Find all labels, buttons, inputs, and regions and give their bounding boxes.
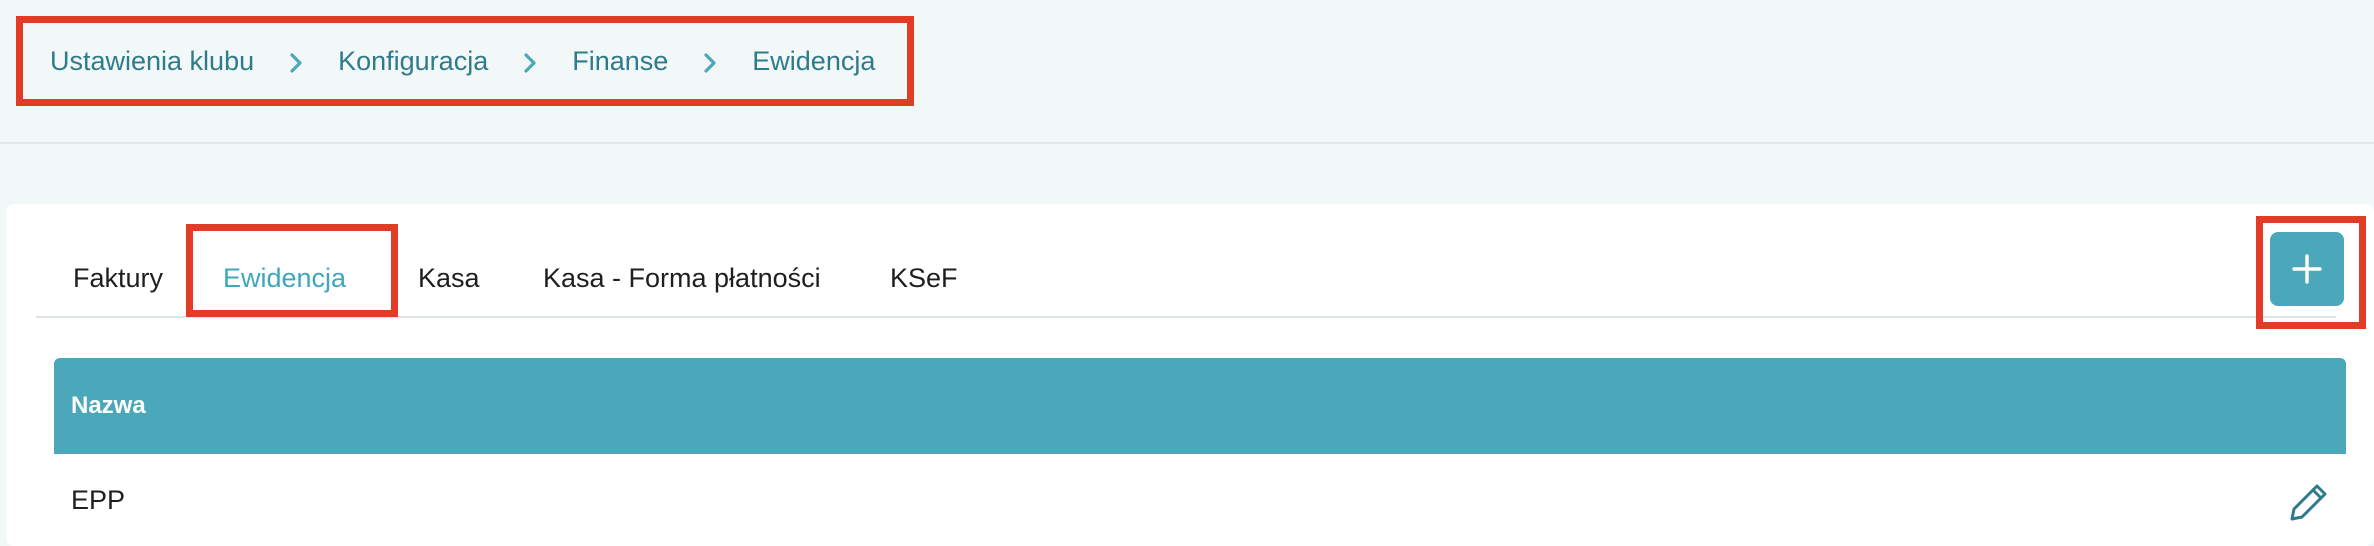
pencil-icon[interactable]	[2287, 480, 2331, 524]
chevron-right-icon	[506, 46, 554, 77]
breadcrumb-item-finanse[interactable]: Finanse	[572, 46, 668, 77]
tab-ewidencja[interactable]: Ewidencja	[223, 256, 346, 300]
plus-icon	[2292, 254, 2322, 284]
tab-faktury[interactable]: Faktury	[73, 256, 163, 300]
tab-ksef[interactable]: KSeF	[890, 256, 958, 300]
breadcrumb-item-ustawienia-klubu[interactable]: Ustawienia klubu	[50, 46, 254, 77]
cell-name: EPP	[71, 485, 126, 515]
table-header: Nazwa	[54, 358, 2346, 454]
breadcrumb-item-konfiguracja[interactable]: Konfiguracja	[338, 46, 488, 77]
breadcrumb-item-ewidencja[interactable]: Ewidencja	[752, 46, 875, 77]
content-card: Faktury Ewidencja Kasa Kasa - Forma płat…	[6, 204, 2374, 546]
tab-bar: Faktury Ewidencja Kasa Kasa - Forma płat…	[36, 204, 2336, 318]
breadcrumb: Ustawienia klubu Konfiguracja Finanse Ew…	[16, 16, 909, 106]
column-header-nazwa: Nazwa	[71, 392, 146, 419]
tab-kasa[interactable]: Kasa	[418, 256, 480, 300]
table-row: EPP	[54, 454, 2346, 546]
add-button[interactable]	[2270, 232, 2344, 306]
chevron-right-icon	[272, 46, 320, 77]
breadcrumb-bar: Ustawienia klubu Konfiguracja Finanse Ew…	[0, 0, 2374, 144]
tab-kasa-forma-platnosci[interactable]: Kasa - Forma płatności	[543, 256, 821, 300]
chevron-right-icon	[686, 46, 734, 77]
